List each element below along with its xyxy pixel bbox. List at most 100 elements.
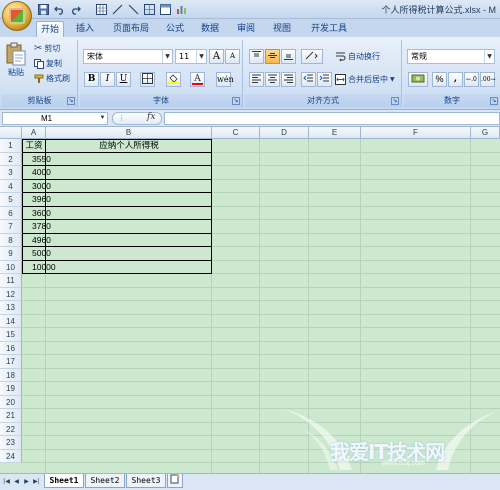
row-header-13[interactable]: 13 — [0, 301, 22, 315]
row-header-23[interactable]: 23 — [0, 436, 22, 450]
row-header-12[interactable]: 12 — [0, 287, 22, 301]
cell-a6[interactable]: 3600 — [22, 207, 51, 220]
phonetic-button[interactable]: wén — [216, 72, 234, 87]
row-header-22[interactable]: 22 — [0, 422, 22, 436]
first-sheet-icon[interactable]: |◀ — [2, 477, 11, 487]
increase-decimal-button[interactable]: ←.0 — [464, 72, 479, 87]
row-header-6[interactable]: 6 — [0, 206, 22, 220]
next-sheet-icon[interactable]: ▶ — [22, 477, 31, 487]
underline-button[interactable]: U — [116, 72, 131, 87]
align-center-button[interactable] — [265, 72, 280, 87]
tab-home[interactable]: 开始 — [36, 21, 64, 37]
last-sheet-icon[interactable]: ▶| — [32, 477, 41, 487]
row-header-18[interactable]: 18 — [0, 368, 22, 382]
font-color-button[interactable]: A — [190, 72, 205, 87]
cell-a3[interactable]: 4000 — [22, 166, 51, 179]
align-top-button[interactable] — [249, 49, 264, 64]
row-header-16[interactable]: 16 — [0, 341, 22, 355]
percent-button[interactable]: % — [432, 72, 447, 87]
number-format-select[interactable]: 常规 ▼ — [407, 49, 495, 64]
row-header-21[interactable]: 21 — [0, 409, 22, 423]
clipboard-launcher-icon[interactable]: ↘ — [67, 97, 75, 105]
shrink-font-button[interactable]: A — [225, 49, 240, 64]
row-header-10[interactable]: 10 — [0, 260, 22, 274]
cell-a9[interactable]: 5000 — [22, 247, 51, 260]
paste-button[interactable]: 粘贴 — [6, 42, 26, 78]
tab-data[interactable]: 数据 — [198, 21, 222, 37]
wrap-text-button[interactable]: 自动换行 — [335, 51, 380, 62]
sheet-tab-sheet3[interactable]: Sheet3 — [126, 474, 166, 488]
column-header-c[interactable]: C — [212, 127, 260, 139]
row-header-9[interactable]: 9 — [0, 247, 22, 261]
cell-a1[interactable]: 工资 — [22, 139, 46, 152]
select-all-corner[interactable] — [0, 127, 22, 139]
cut-button[interactable]: ✂ 剪切 — [34, 43, 60, 54]
tab-review[interactable]: 审阅 — [234, 21, 258, 37]
bold-button[interactable]: B — [84, 72, 99, 87]
alignment-launcher-icon[interactable]: ↘ — [391, 97, 399, 105]
align-right-button[interactable] — [281, 72, 296, 87]
row-header-4[interactable]: 4 — [0, 179, 22, 193]
decrease-decimal-button[interactable]: .00→ — [480, 72, 496, 87]
undo-icon[interactable] — [52, 2, 66, 16]
grow-font-button[interactable]: A — [209, 49, 224, 64]
table-icon[interactable] — [158, 2, 172, 16]
row-header-3[interactable]: 3 — [0, 166, 22, 180]
row-header-7[interactable]: 7 — [0, 220, 22, 234]
font-launcher-icon[interactable]: ↘ — [232, 97, 240, 105]
row-header-15[interactable]: 15 — [0, 328, 22, 342]
row-header-24[interactable]: 24 — [0, 449, 22, 463]
insert-sheet-button[interactable] — [167, 474, 183, 488]
cell-a5[interactable]: 3960 — [22, 193, 51, 206]
column-header-f[interactable]: F — [361, 127, 471, 139]
italic-button[interactable]: I — [100, 72, 115, 87]
toolbar-grid-icon[interactable] — [94, 2, 108, 16]
sheet-tab-sheet2[interactable]: Sheet2 — [85, 474, 125, 488]
cell-a7[interactable]: 3780 — [22, 220, 51, 233]
column-header-d[interactable]: D — [260, 127, 309, 139]
column-header-g[interactable]: G — [471, 127, 500, 139]
save-icon[interactable] — [36, 2, 50, 16]
tab-formulas[interactable]: 公式 — [163, 21, 187, 37]
align-left-button[interactable] — [249, 72, 264, 87]
row-header-2[interactable]: 2 — [0, 152, 22, 166]
merge-center-button[interactable]: 合并后居中 ▼ — [335, 74, 395, 85]
sheet-tab-sheet1[interactable]: Sheet1 — [44, 474, 84, 488]
cell-b1[interactable]: 应纳个人所得税 — [46, 139, 212, 152]
font-name-select[interactable]: 宋体 ▼ — [83, 49, 173, 64]
orientation-button[interactable] — [301, 49, 323, 64]
format-painter-button[interactable]: 格式刷 — [34, 73, 70, 84]
office-button[interactable] — [2, 1, 32, 31]
cell-a8[interactable]: 4960 — [22, 234, 51, 247]
border-button[interactable] — [140, 72, 155, 87]
chart-icon[interactable] — [174, 2, 188, 16]
decrease-indent-button[interactable] — [301, 72, 316, 87]
row-header-19[interactable]: 19 — [0, 382, 22, 396]
row-header-20[interactable]: 20 — [0, 395, 22, 409]
cell-a4[interactable]: 3000 — [22, 180, 51, 193]
row-header-14[interactable]: 14 — [0, 314, 22, 328]
tab-page-layout[interactable]: 页面布局 — [108, 21, 154, 37]
row-header-8[interactable]: 8 — [0, 233, 22, 247]
currency-button[interactable] — [408, 72, 428, 87]
copy-button[interactable]: 复制 — [34, 58, 62, 69]
font-size-select[interactable]: 11 ▼ — [175, 49, 207, 64]
border-icon[interactable] — [142, 2, 156, 16]
column-header-e[interactable]: E — [309, 127, 361, 139]
row-header-5[interactable]: 5 — [0, 193, 22, 207]
comma-button[interactable]: , — [448, 72, 463, 87]
line-tool-icon[interactable] — [110, 2, 124, 16]
column-header-b[interactable]: B — [46, 127, 212, 139]
cell-a2[interactable]: 3550 — [22, 153, 51, 166]
fill-color-button[interactable] — [166, 72, 181, 87]
align-bottom-button[interactable] — [281, 49, 296, 64]
align-middle-button[interactable] — [265, 49, 280, 64]
diagonal-line-icon[interactable] — [126, 2, 140, 16]
tab-developer[interactable]: 开发工具 — [306, 21, 352, 37]
column-header-a[interactable]: A — [22, 127, 46, 139]
name-box[interactable]: M1 ▼ — [2, 112, 108, 125]
tab-view[interactable]: 视图 — [270, 21, 294, 37]
increase-indent-button[interactable] — [317, 72, 332, 87]
number-launcher-icon[interactable]: ↘ — [490, 97, 498, 105]
insert-function-button[interactable]: fx — [147, 112, 155, 122]
